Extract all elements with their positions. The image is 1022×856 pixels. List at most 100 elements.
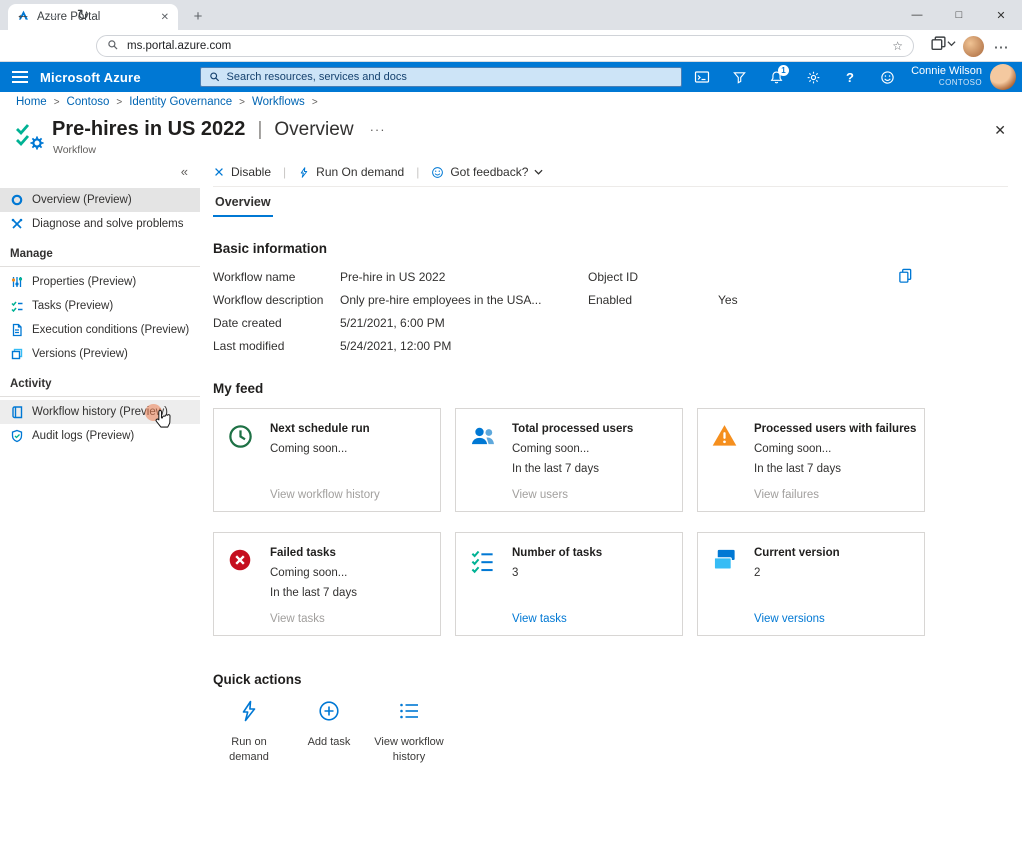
disable-x-icon [213,166,225,178]
field-label: Last modified [213,339,340,353]
title-separator: | [257,119,262,141]
new-tab-button[interactable]: + [187,5,209,27]
card-current-version: Current version 2 View versions [697,532,925,636]
forward-button[interactable]: → [42,6,64,23]
browser-menu-icon[interactable]: ⋯ [990,38,1012,56]
refresh-button[interactable]: ↻ [72,6,94,24]
url-text: ms.portal.azure.com [127,40,231,52]
sidebar-item-tasks[interactable]: Tasks (Preview) [0,294,200,318]
quick-action-view-workflow-history[interactable]: View workflow history [373,699,445,765]
audit-logs-shield-icon [10,429,24,443]
field-value [718,270,1008,284]
sidebar-item-execution-conditions[interactable]: Execution conditions (Preview) [0,318,200,342]
azure-brand[interactable]: Microsoft Azure [40,70,141,85]
maximize-button[interactable]: □ [938,0,980,30]
sidebar-item-label: Tasks (Preview) [32,300,113,312]
global-search-input[interactable] [227,71,673,83]
tab-close-icon[interactable]: ✕ [161,12,169,23]
breadcrumb: Home > Contoso > Identity Governance > W… [16,96,318,108]
quick-action-add-task[interactable]: Add task [293,699,365,765]
field-value: Only pre-hire employees in the USA... [340,293,588,307]
settings-gear-icon[interactable] [805,69,821,85]
properties-icon [10,275,24,289]
tab-overview[interactable]: Overview [213,193,273,217]
help-icon[interactable]: ? [842,69,858,85]
quick-actions-heading: Quick actions [213,672,1008,687]
workflow-icon [14,120,46,157]
quick-action-run-on-demand[interactable]: Run on demand [213,699,285,765]
breadcrumb-identity-governance[interactable]: Identity Governance [129,96,232,108]
title-more-menu-icon[interactable]: ··· [370,122,386,137]
checklist-icon [469,547,496,579]
my-feed-heading: My feed [213,381,1008,396]
user-name: Connie Wilson [911,65,982,78]
add-circle-icon [317,699,341,723]
breadcrumb-workflows[interactable]: Workflows [252,96,305,108]
command-separator: | [416,165,419,179]
divider [0,396,200,397]
notification-badge: 1 [778,65,789,76]
card-footer-link[interactable]: View tasks [512,613,567,625]
sidebar-item-properties[interactable]: Properties (Preview) [0,270,200,294]
run-on-demand-button[interactable]: Run On demand [298,165,404,179]
versions-icon [10,347,24,361]
hamburger-menu-icon[interactable] [12,71,28,83]
card-footer-link[interactable]: View failures [754,489,819,501]
main-content: Disable | Run On demand | Got feedback? … [213,160,1008,765]
version-stack-icon [711,547,738,578]
breadcrumb-sep: > [54,97,60,108]
search-icon [209,71,221,83]
directory-filter-icon[interactable] [731,69,747,85]
disable-button[interactable]: Disable [213,165,271,179]
favorite-star-icon[interactable]: ☆ [892,39,903,53]
chevron-down-icon [947,39,956,48]
browser-profile-avatar[interactable] [963,36,984,57]
breadcrumb-sep: > [116,97,122,108]
quick-actions: Run on demand Add task View workflow his… [213,699,1008,765]
field-label: Workflow description [213,293,340,307]
blade-close-icon[interactable]: ✕ [994,122,1006,139]
tasks-checklist-icon [10,299,24,313]
basic-information-heading: Basic information [213,241,1008,256]
back-button[interactable]: ← [12,6,34,23]
copy-object-id-icon[interactable] [898,268,913,289]
run-lightning-icon [298,166,310,179]
avatar[interactable] [990,64,1016,90]
breadcrumb-contoso[interactable]: Contoso [67,96,110,108]
sidebar-item-label: Audit logs (Preview) [32,430,134,442]
breadcrumb-home[interactable]: Home [16,96,47,108]
field-value: 5/24/2021, 12:00 PM [340,339,588,353]
field-label: Object ID [588,270,718,284]
close-button[interactable]: ✕ [980,0,1022,30]
page-title: Pre-hires in US 2022 [52,118,245,141]
account-info[interactable]: Connie Wilson CONTOSO [911,65,982,87]
page-subtitle: Workflow [53,144,96,156]
card-next-schedule-run: Next schedule run Coming soon... View wo… [213,408,441,512]
browser-tabstrip: Azure Portal ✕ + — □ ✕ [0,0,1022,30]
command-separator: | [283,165,286,179]
divider [213,186,1008,187]
feedback-smiley-icon[interactable] [879,69,895,85]
card-footer-link[interactable]: View tasks [270,613,325,625]
card-footer-link[interactable]: View users [512,489,568,501]
azure-header: Microsoft Azure 1 ? Connie [0,62,1022,92]
minimize-button[interactable]: — [896,0,938,30]
sidebar-item-overview[interactable]: Overview (Preview) [0,188,200,212]
card-footer-link[interactable]: View versions [754,613,825,625]
field-label: Workflow name [213,270,340,284]
cloud-shell-icon[interactable] [694,69,710,85]
sidebar-item-diagnose[interactable]: Diagnose and solve problems [0,212,200,236]
chevron-down-icon [534,168,543,176]
got-feedback-button[interactable]: Got feedback? [431,165,543,179]
card-footer-link[interactable]: View workflow history [270,489,380,501]
collections-button[interactable] [930,35,956,52]
warning-triangle-icon [711,423,738,453]
global-search[interactable] [200,67,682,87]
notifications-bell-icon[interactable]: 1 [768,69,784,85]
sidebar-collapse-icon[interactable]: « [181,164,188,179]
browser-window: Azure Portal ✕ + — □ ✕ ← → ↻ ms.portal.a… [0,0,1022,856]
sidebar-item-workflow-history[interactable]: Workflow history (Preview) [0,400,200,424]
sidebar-item-versions[interactable]: Versions (Preview) [0,342,200,366]
field-value: 5/21/2021, 6:00 PM [340,316,588,330]
address-bar[interactable]: ms.portal.azure.com ☆ [96,35,914,57]
